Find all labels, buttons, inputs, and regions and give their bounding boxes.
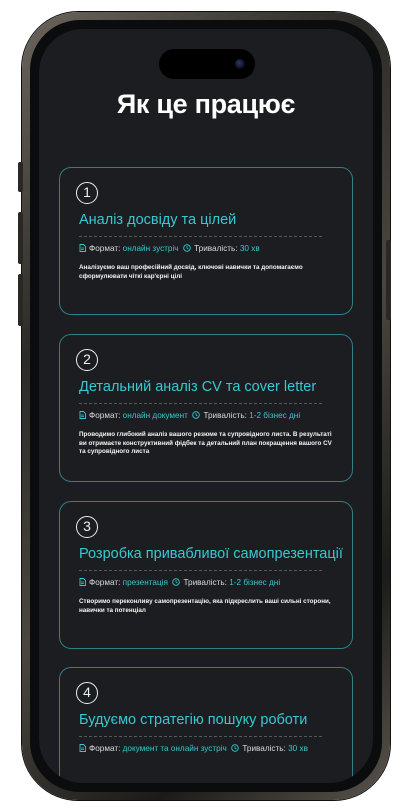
step-number-badge: 4 [76,682,98,704]
format-label: Формат: [89,578,121,587]
clock-icon [231,744,240,752]
document-icon [79,244,86,252]
divider [79,236,322,237]
silent-switch [18,162,23,192]
clock-icon [183,244,191,252]
phone-screen: Як це працює 1 Аналіз досвіду та цілей Ф… [39,29,373,783]
format-value: онлайн зустріч [122,244,179,253]
duration-value: 1-2 бізнес дні [229,578,281,587]
format-label: Формат: [89,244,121,253]
duration-label: Тривалість: [183,578,227,587]
step-meta: Формат: онлайн документ Тривалість: 1-2 … [79,411,348,420]
step-title: Аналіз досвіду та цілей [79,212,237,228]
duration-value: 30 хв [239,244,260,253]
step-card-2: 2 Детальний аналіз CV та cover letter Фо… [59,334,353,482]
step-title: Детальний аналіз CV та cover letter [79,379,317,395]
page-title: Як це працює [116,89,296,119]
duration-value: 30 хв [288,744,308,753]
step-meta: Формат: презентація Тривалість: 1-2 бізн… [79,578,348,587]
step-title: Розробка привабливої самопрезентації [79,546,343,562]
document-icon [79,578,86,586]
document-icon [79,411,86,419]
step-description: Проводимо глибокий аналіз вашого резюме … [79,431,332,456]
camera-icon [235,59,245,69]
document-icon [79,744,86,752]
format-value: документ та онлайн зустріч [122,744,227,753]
step-description: Створимо переконливу самопрезентацію, як… [79,598,331,614]
step-number-badge: 2 [76,349,98,371]
step-number-badge: 3 [76,516,98,538]
power-button [386,240,391,320]
step-card-3: 3 Розробка привабливої самопрезентації Ф… [59,501,353,649]
step-meta: Формат: документ та онлайн зустріч Трива… [79,744,348,753]
divider [79,403,322,404]
duration-label: Тривалість: [194,244,238,253]
format-value: презентація [122,578,168,587]
clock-icon [172,578,181,586]
divider [79,736,322,737]
step-number-badge: 1 [76,182,98,204]
clock-icon [192,411,201,419]
duration-label: Тривалість: [203,411,247,420]
format-label: Формат: [89,411,121,420]
step-card-4: 4 Будуємо стратегію пошуку роботи Формат… [59,667,353,783]
format-value: онлайн документ [122,411,188,420]
divider [79,570,322,571]
volume-up-button [18,212,23,264]
format-label: Формат: [89,744,121,753]
volume-down-button [18,274,23,326]
duration-value: 1-2 бізнес дні [249,411,301,420]
step-description: Аналізуємо ваш професійний досвід, ключо… [79,264,303,280]
step-card-1: 1 Аналіз досвіду та цілей Формат: онлайн… [59,167,353,315]
step-title: Будуємо стратегію пошуку роботи [79,712,308,728]
step-meta: Формат: онлайн зустріч Тривалість: 30 хв [79,244,348,253]
duration-label: Тривалість: [242,744,286,753]
